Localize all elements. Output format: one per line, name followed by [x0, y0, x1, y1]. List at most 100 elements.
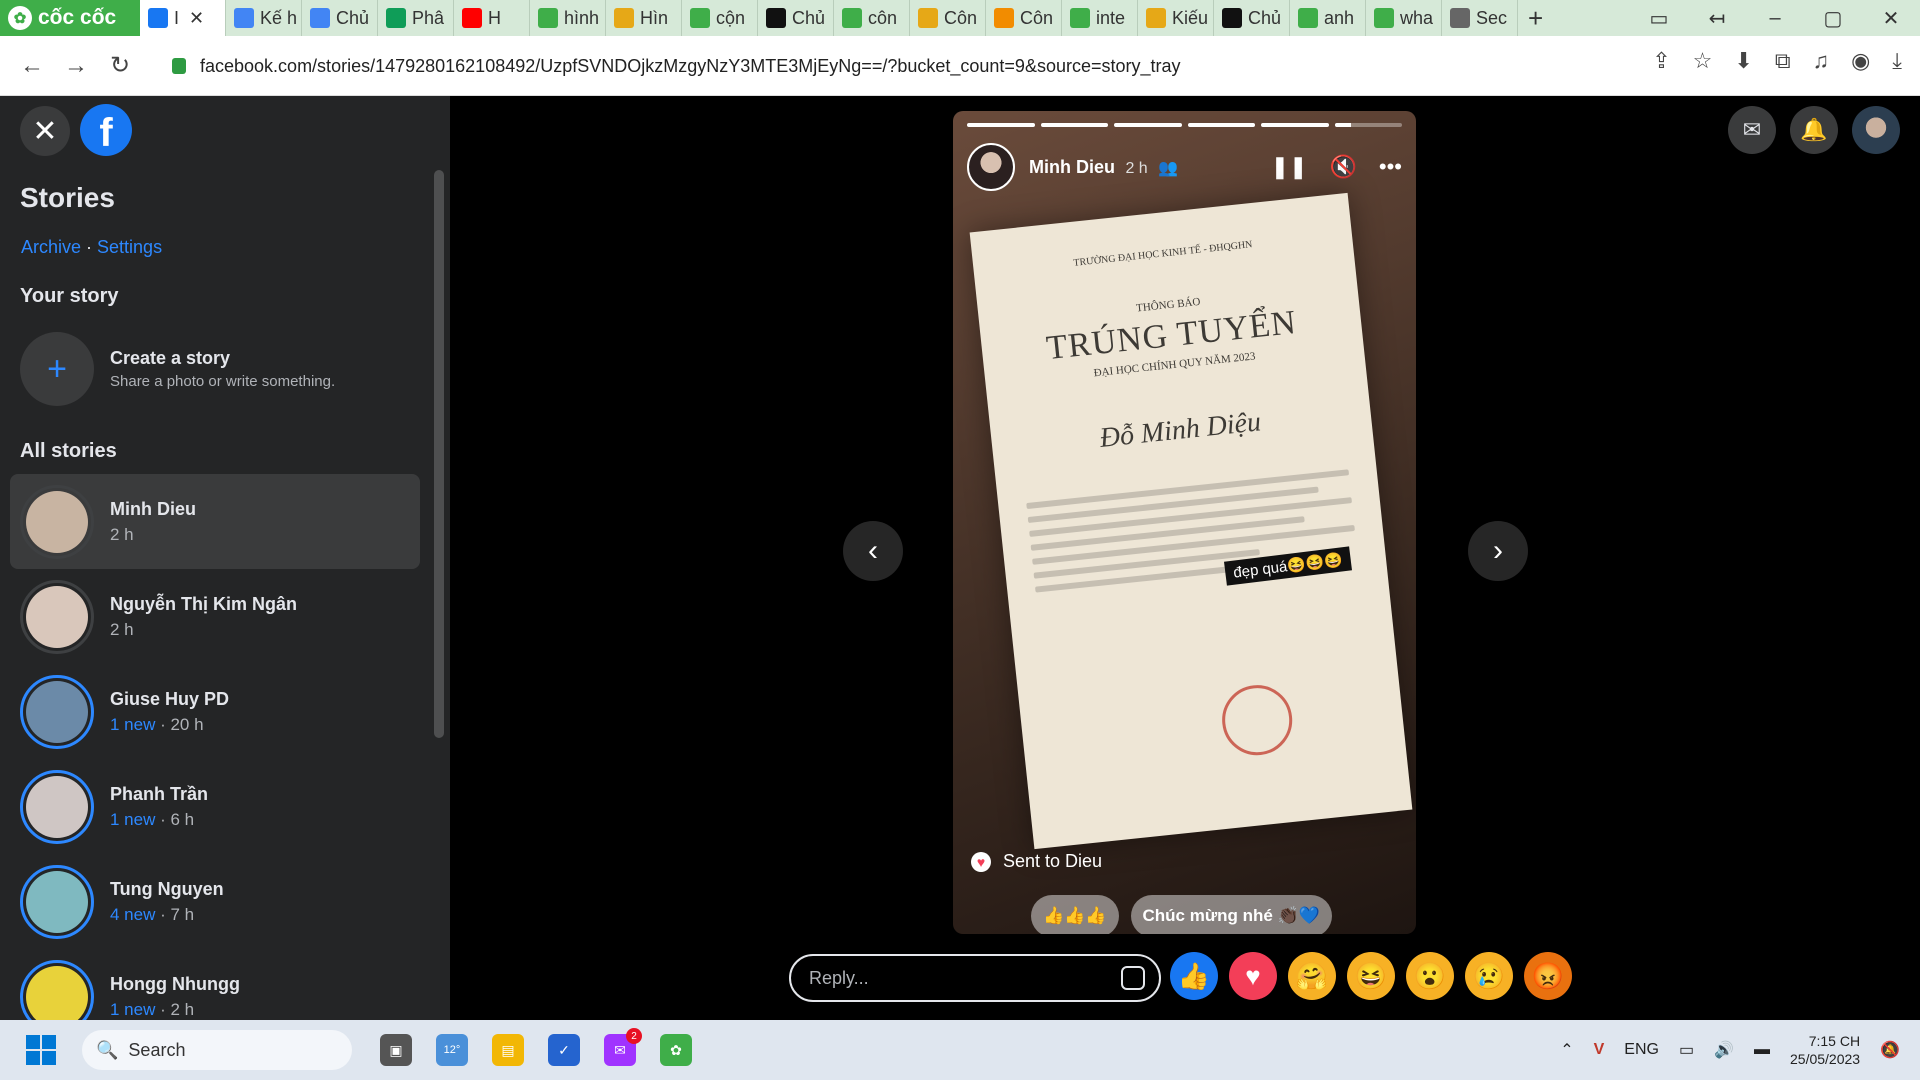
- story-list-item[interactable]: Hongg Nhungg 1 new · 2 h: [10, 949, 420, 1020]
- sad-icon[interactable]: 😢: [1465, 952, 1513, 1000]
- pause-icon[interactable]: ❚❚: [1271, 154, 1308, 180]
- maximize-button[interactable]: ▢: [1804, 6, 1862, 31]
- messenger-icon[interactable]: ✉: [1728, 106, 1776, 154]
- story-list-item[interactable]: Minh Dieu 2 h: [10, 474, 420, 569]
- reload-button[interactable]: ↻: [98, 51, 142, 80]
- browser-tab[interactable]: côn: [834, 0, 910, 36]
- tab-label: Kiếu: [1172, 7, 1209, 28]
- browser-tab[interactable]: wha: [1366, 0, 1442, 36]
- story-card[interactable]: Minh Dieu 2 h 👥 ❚❚ 🔇 ••• TRƯỜNG ĐẠI HỌC …: [953, 111, 1416, 934]
- download-icon[interactable]: ⬇: [1734, 48, 1752, 74]
- quick-reply-congrats[interactable]: Chúc mừng nhé 👏🏿💙: [1130, 895, 1332, 934]
- language-indicator[interactable]: ENG: [1624, 1041, 1659, 1059]
- extensions-icon[interactable]: ⧉: [1775, 48, 1791, 74]
- browser-tab[interactable]: Côn: [986, 0, 1062, 36]
- browser-tab[interactable]: Chủ: [302, 0, 378, 36]
- angry-icon[interactable]: 😡: [1524, 952, 1572, 1000]
- task-view-icon[interactable]: ▣: [380, 1034, 412, 1066]
- new-tab-button[interactable]: +: [1518, 3, 1553, 34]
- story-list-item[interactable]: Tung Nguyen 4 new · 7 h: [10, 854, 420, 949]
- story-list-item[interactable]: Giuse Huy PD 1 new · 20 h: [10, 664, 420, 759]
- facebook-logo-icon[interactable]: f: [80, 104, 132, 156]
- new-count: 1 new: [110, 999, 156, 1019]
- clock[interactable]: 7:15 CH 25/05/2023: [1790, 1032, 1860, 1068]
- reply-placeholder[interactable]: Reply...: [809, 968, 869, 989]
- browser-tab[interactable]: anh: [1290, 0, 1366, 36]
- archive-link[interactable]: Archive: [21, 237, 81, 257]
- close-window-button[interactable]: ✕: [1862, 6, 1920, 31]
- sticker-icon[interactable]: [1121, 966, 1145, 990]
- quick-reply-thumbs[interactable]: 👍👍👍: [1031, 895, 1119, 934]
- minimize-button[interactable]: –: [1746, 7, 1804, 30]
- close-tab-icon[interactable]: ✕: [189, 8, 204, 29]
- mute-icon[interactable]: 🔇: [1329, 154, 1356, 180]
- bookmark-star-icon[interactable]: ☆: [1693, 48, 1713, 74]
- url-text[interactable]: facebook.com/stories/1479280162108492/Uz…: [200, 56, 1181, 77]
- share-icon[interactable]: ⇪: [1652, 48, 1670, 74]
- browser-tab[interactable]: H: [454, 0, 530, 36]
- haha-icon[interactable]: 😆: [1347, 952, 1395, 1000]
- story-list-item[interactable]: Nguyễn Thị Kim Ngân 2 h: [10, 569, 420, 664]
- browser-tab[interactable]: hình: [530, 0, 606, 36]
- tab-label: Chủ: [1248, 7, 1282, 28]
- more-options-icon[interactable]: •••: [1379, 154, 1402, 180]
- notification-center-icon[interactable]: 🔕: [1880, 1040, 1900, 1060]
- network-icon[interactable]: ▭: [1679, 1040, 1694, 1060]
- browser-tab[interactable]: cộn: [682, 0, 758, 36]
- tab-label: wha: [1400, 7, 1434, 28]
- close-stories-button[interactable]: ✕: [20, 106, 70, 156]
- story-meta: 1 new · 6 h: [110, 810, 208, 830]
- account-avatar[interactable]: [1852, 106, 1900, 154]
- author-name[interactable]: Minh Dieu: [1029, 157, 1115, 177]
- unikey-icon[interactable]: V: [1594, 1041, 1605, 1059]
- forward-button[interactable]: →: [54, 52, 98, 80]
- notifications-bell-icon[interactable]: 🔔: [1790, 106, 1838, 154]
- tab-label: H: [488, 7, 501, 28]
- care-icon[interactable]: 🤗: [1288, 952, 1336, 1000]
- browser-tab[interactable]: I ✕: [140, 0, 226, 36]
- wow-icon[interactable]: 😮: [1406, 952, 1454, 1000]
- author-avatar[interactable]: [967, 143, 1015, 191]
- story-meta: 1 new · 2 h: [110, 1000, 240, 1020]
- reply-input[interactable]: Reply...: [789, 954, 1161, 1002]
- like-icon[interactable]: 👍: [1170, 952, 1218, 1000]
- coccoc-app-icon[interactable]: ✿: [660, 1034, 692, 1066]
- story-list-item[interactable]: Phanh Trần 1 new · 6 h: [10, 759, 420, 854]
- back-history-icon[interactable]: ↤: [1688, 6, 1746, 31]
- story-ring: [20, 674, 94, 749]
- url-field[interactable]: facebook.com/stories/1479280162108492/Uz…: [158, 46, 1348, 86]
- browser-tab[interactable]: Chủ: [758, 0, 834, 36]
- paper-name: Đỗ Minh Diệu: [1098, 406, 1263, 454]
- browser-tab[interactable]: Phâ: [378, 0, 454, 36]
- messenger-app-icon[interactable]: ✉ 2: [604, 1028, 642, 1066]
- profile-icon[interactable]: ◉: [1851, 48, 1870, 74]
- browser-tab[interactable]: Hìn: [606, 0, 682, 36]
- todo-icon[interactable]: ✓: [548, 1034, 580, 1066]
- volume-icon[interactable]: 🔊: [1714, 1040, 1734, 1060]
- browser-tab[interactable]: Kiếu: [1138, 0, 1214, 36]
- browser-tab[interactable]: Chủ: [1214, 0, 1290, 36]
- previous-story-button[interactable]: ‹: [843, 521, 903, 581]
- downloads-icon[interactable]: ⤓: [1892, 48, 1902, 74]
- settings-link[interactable]: Settings: [97, 237, 162, 257]
- browser-tab[interactable]: Sec: [1442, 0, 1518, 36]
- tab-favicon-icon: [690, 8, 710, 28]
- love-icon[interactable]: ♥: [1229, 952, 1277, 1000]
- windows-start-icon[interactable]: [26, 1035, 56, 1065]
- taskbar-search[interactable]: 🔍 Search: [82, 1030, 352, 1070]
- sidebar-scrollbar[interactable]: [434, 170, 444, 738]
- next-story-button[interactable]: ›: [1468, 521, 1528, 581]
- file-explorer-icon[interactable]: ▤: [492, 1034, 524, 1066]
- progress-segment: [1261, 123, 1329, 127]
- coccoc-brand[interactable]: ✿ cốc cốc: [0, 0, 140, 36]
- battery-icon[interactable]: ▬: [1754, 1041, 1770, 1059]
- show-hidden-icons-icon[interactable]: ⌃: [1560, 1040, 1573, 1060]
- back-button[interactable]: ←: [10, 52, 54, 80]
- music-icon[interactable]: ♫: [1813, 48, 1830, 74]
- create-story-button[interactable]: + Create a story Share a photo or write …: [20, 332, 335, 406]
- picture-in-picture-icon[interactable]: ▭: [1630, 6, 1688, 31]
- browser-tab[interactable]: Côn: [910, 0, 986, 36]
- browser-tab[interactable]: inte: [1062, 0, 1138, 36]
- browser-tab[interactable]: Kế h: [226, 0, 302, 36]
- weather-widget[interactable]: 12°: [436, 1034, 468, 1066]
